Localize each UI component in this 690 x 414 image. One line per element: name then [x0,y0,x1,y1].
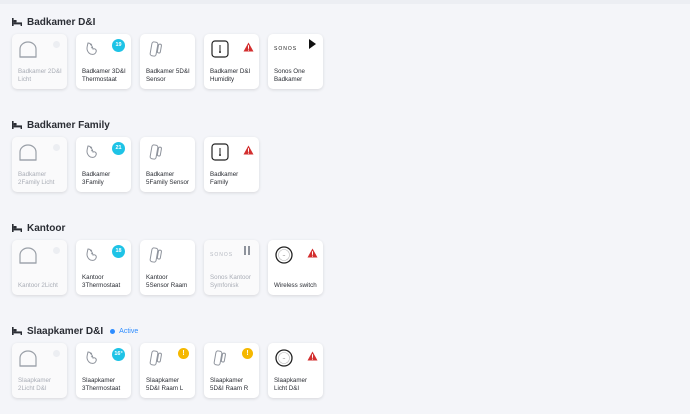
device-tile[interactable]: Badkamer Family [204,137,259,192]
light-icon [18,40,38,58]
device-tile[interactable]: Kantoor 5Sensor Raam [140,240,195,295]
device-label: Badkamer 3D&I Thermostaat [82,68,126,83]
device-tile[interactable]: 19 Badkamer 3D&I Thermostaat [76,34,131,89]
room-section: Slaapkamer D&I Active Slaapkamer 2Licht D&… [12,323,323,398]
sonos-logo: SONOS [274,46,298,52]
bed-icon [12,18,22,26]
thermostat-icon [82,246,102,264]
room-section: Badkamer Family Badkamer 2Family Licht 21 B… [12,117,259,192]
section-header: Badkamer Family [12,117,110,133]
tile-row: Badkamer 2Family Licht 21 Badkamer 3Family… [12,137,268,192]
device-tile[interactable]: Badkamer 5Family Sensor [140,137,195,192]
pause-icon[interactable] [244,246,251,255]
device-label: Sonos Kantoor Symfonisk [210,274,251,289]
device-tile[interactable]: ! Slaapkamer 5D&I Raam R [204,343,259,398]
svg-text:··: ·· [282,356,286,362]
section-title: Badkamer Family [27,119,110,131]
status-dot [53,41,60,48]
alert-icon [307,245,318,258]
device-label: Kantoor 2Licht [18,281,58,289]
device-tile[interactable]: Kantoor 2Licht [12,240,67,295]
humidity-icon [210,143,230,161]
door-sensor-icon [146,246,166,264]
play-icon[interactable] [309,39,316,49]
device-tile[interactable]: 21 Badkamer 3Family [76,137,131,192]
device-label: Badkamer 5D&I Sensor [146,68,190,83]
thermostat-icon [82,40,102,58]
device-label: Wireless switch [274,281,317,289]
device-label: Slaapkamer Licht D&I [274,377,308,392]
door-sensor-icon [210,349,230,367]
temperature-badge: 18 [112,245,125,258]
section-header: Badkamer D&I [12,14,95,30]
device-label: Badkamer 5Family Sensor [146,171,189,186]
bed-icon [12,224,22,232]
device-tile[interactable]: Badkamer D&I Humidity [204,34,259,89]
svg-text:··: ·· [282,253,286,259]
device-label: Slaapkamer 5D&I Raam R [210,377,249,392]
light-icon [18,349,38,367]
device-tile[interactable]: ! Slaapkamer 5D&I Raam L [140,343,195,398]
tile-row: Slaapkamer 2Licht D&I 16° Slaapkamer 3Ther… [12,343,332,398]
device-tile[interactable]: SONOS Sonos One Badkamer [268,34,323,89]
device-label: Badkamer Family [210,171,239,186]
status-dot [53,144,60,151]
tile-row: Badkamer 2D&I Licht 19 Badkamer 3D&I Therm… [12,34,332,89]
top-bar [0,0,690,4]
device-tile[interactable]: 18 Kantoor 3Thermostaat [76,240,131,295]
section-title: Kantoor [27,222,66,234]
device-label: Slaapkamer 5D&I Raam L [146,377,184,392]
status-dot [53,247,60,254]
device-label: Badkamer 3Family [82,171,111,186]
door-sensor-icon [146,349,166,367]
bed-icon [12,327,22,335]
device-tile[interactable]: ·· Wireless switch [268,240,323,295]
device-label: Kantoor 3Thermostaat [82,274,121,289]
device-tile[interactable]: Badkamer 2D&I Licht [12,34,67,89]
door-sensor-icon [146,143,166,161]
device-label: Slaapkamer 2Licht D&I [18,377,52,392]
thermostat-icon [82,143,102,161]
device-tile[interactable]: 16° Slaapkamer 3Thermostaat [76,343,131,398]
active-status-dot [110,328,116,334]
device-label: Badkamer 2D&I Licht [18,68,62,83]
status-dot [53,350,60,357]
device-label: Badkamer D&I Humidity [210,68,251,83]
door-sensor-icon [146,40,166,58]
section-header: Slaapkamer D&I Active [12,323,138,339]
light-icon [18,143,38,161]
temperature-badge: 16° [112,348,125,361]
device-label: Kantoor 5Sensor Raam [146,274,188,289]
section-title: Slaapkamer D&I [27,325,104,337]
device-label: Sonos One Badkamer [274,68,305,83]
tile-row: Kantoor 2Licht 18 Kantoor 3Thermostaat Kant… [12,240,332,295]
device-tile[interactable]: SONOS Sonos Kantoor Symfonisk [204,240,259,295]
active-status-label: Active [119,327,139,335]
device-tile[interactable]: ·· Slaapkamer Licht D&I [268,343,323,398]
humidity-icon [210,40,230,58]
device-tile[interactable]: Slaapkamer 2Licht D&I [12,343,67,398]
section-header: Kantoor [12,220,65,236]
device-tile[interactable]: Badkamer 5D&I Sensor [140,34,195,89]
temperature-badge: 19 [112,39,125,52]
device-label: Badkamer 2Family Licht [18,171,55,186]
room-section: Badkamer D&I Badkamer 2D&I Licht 19 Badkame… [12,14,323,89]
sonos-logo: SONOS [210,252,234,258]
warning-icon: ! [178,348,189,359]
light-icon [18,246,38,264]
alert-icon [243,39,254,52]
device-label: Slaapkamer 3Thermostaat [82,377,121,392]
thermostat-icon [82,349,102,367]
section-title: Badkamer D&I [27,16,96,28]
temperature-badge: 21 [112,142,125,155]
switch-icon: ·· [274,246,294,264]
bed-icon [12,121,22,129]
switch-icon: ·· [274,349,294,367]
alert-icon [243,142,254,155]
device-tile[interactable]: Badkamer 2Family Licht [12,137,67,192]
warning-icon: ! [242,348,253,359]
alert-icon [307,348,318,361]
room-section: Kantoor Kantoor 2Licht 18 Kantoor 3Thermost… [12,220,323,295]
